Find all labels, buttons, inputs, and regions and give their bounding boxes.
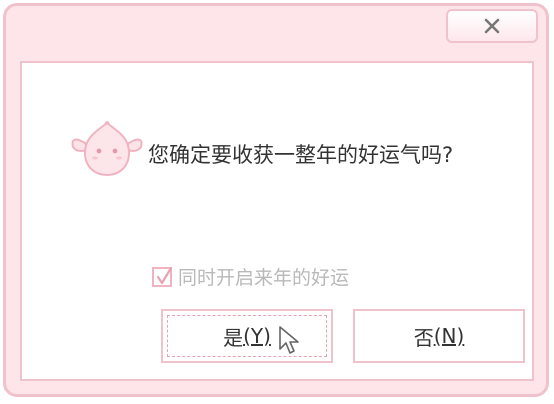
dialog-question: 您确定要收获一整年的好运气吗? [148, 143, 454, 167]
checkbox-label: 同时开启来年的好运 [178, 267, 350, 289]
dialog-window: 您确定要收获一整年的好运气吗? 同时开启来年的好运 是 (Y) 否 (N) [3, 3, 549, 397]
peach-mascot-icon [71, 121, 143, 177]
no-button-shortcut: (N) [433, 324, 465, 348]
next-year-checkbox-row[interactable]: 同时开启来年的好运 [152, 263, 349, 290]
no-button-label: 否 [413, 325, 434, 350]
close-icon [484, 18, 500, 34]
no-button[interactable]: 否 (N) [353, 309, 525, 363]
dialog-content: 您确定要收获一整年的好运气吗? 同时开启来年的好运 是 (Y) 否 (N) [20, 61, 534, 381]
focus-ring [167, 315, 327, 357]
checkmark-icon [156, 266, 173, 284]
yes-button[interactable]: 是 (Y) [161, 309, 333, 363]
close-button[interactable] [446, 9, 538, 43]
mouse-pointer-icon [279, 326, 299, 354]
next-year-checkbox[interactable] [152, 266, 173, 287]
